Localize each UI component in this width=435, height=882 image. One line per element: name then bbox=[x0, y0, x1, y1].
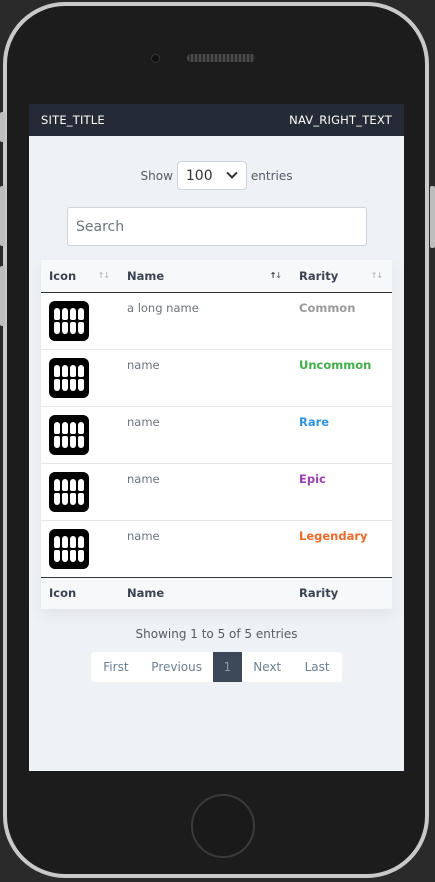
volume-down-button bbox=[0, 266, 5, 326]
table-row: name Rare bbox=[41, 406, 392, 464]
current-page-button[interactable]: 1 bbox=[212, 652, 243, 682]
table-body: a long name Common name Uncommon name Rare nam… bbox=[41, 292, 392, 577]
screen: SITE_TITLE NAV_RIGHT_TEXT Show 100 entri… bbox=[29, 104, 404, 771]
item-rarity: Rare bbox=[291, 406, 392, 464]
table-row: name Legendary bbox=[41, 520, 392, 577]
site-title[interactable]: SITE_TITLE bbox=[41, 113, 105, 127]
table-row: a long name Common bbox=[41, 292, 392, 350]
speaker-grille bbox=[187, 54, 255, 62]
footer-header-name: Name bbox=[119, 576, 291, 609]
footer-header-rarity: Rarity bbox=[291, 576, 392, 609]
teeth-icon bbox=[49, 300, 89, 341]
last-page-button[interactable]: Last bbox=[292, 652, 342, 682]
item-rarity: Uncommon bbox=[291, 349, 392, 407]
column-header-icon[interactable]: Icon ↑↓ bbox=[41, 260, 119, 293]
entries-select-value: 100 bbox=[185, 167, 213, 184]
home-button[interactable] bbox=[191, 794, 255, 858]
item-name: a long name bbox=[119, 292, 291, 350]
camera-icon bbox=[151, 54, 160, 63]
show-label: Show bbox=[140, 168, 173, 183]
teeth-icon bbox=[49, 528, 89, 569]
teeth-icon bbox=[49, 471, 89, 512]
item-name: name bbox=[119, 463, 291, 521]
data-table: Icon ↑↓ Name ↑↓ Rarity ↑↓ a long name Com… bbox=[41, 260, 392, 609]
search-input[interactable] bbox=[67, 207, 367, 246]
item-name: name bbox=[127, 528, 160, 543]
entries-length-control: Show 100 entries bbox=[29, 161, 404, 190]
sort-asc-icon: ↑↓ bbox=[269, 271, 282, 280]
table-row: name Epic bbox=[41, 463, 392, 521]
table-header-row: Icon ↑↓ Name ↑↓ Rarity ↑↓ bbox=[41, 260, 392, 293]
sort-icon: ↑↓ bbox=[97, 271, 110, 280]
item-name: name bbox=[119, 349, 291, 407]
column-header-rarity[interactable]: Rarity ↑↓ bbox=[291, 260, 392, 293]
table-footer-row: Icon Name Rarity bbox=[41, 576, 392, 609]
teeth-icon bbox=[49, 414, 89, 455]
previous-page-button[interactable]: Previous bbox=[141, 652, 213, 682]
volume-up-button bbox=[0, 186, 5, 246]
table-row: name Uncommon bbox=[41, 349, 392, 407]
item-name: name bbox=[119, 406, 291, 464]
power-button bbox=[430, 186, 435, 248]
column-header-name[interactable]: Name ↑↓ bbox=[119, 260, 291, 293]
search-wrapper bbox=[67, 207, 404, 246]
item-rarity: Epic bbox=[291, 463, 392, 521]
entries-label: entries bbox=[250, 168, 293, 183]
entries-select[interactable]: 100 bbox=[176, 161, 247, 190]
item-rarity: Legendary bbox=[299, 528, 368, 543]
table-info: Showing 1 to 5 of 5 entries bbox=[135, 627, 298, 641]
chevron-down-icon bbox=[226, 167, 238, 179]
teeth-icon bbox=[49, 357, 89, 398]
mute-switch bbox=[0, 112, 5, 142]
item-rarity: Common bbox=[291, 292, 392, 350]
next-page-button[interactable]: Next bbox=[242, 652, 292, 682]
first-page-button[interactable]: First bbox=[91, 652, 141, 682]
nav-right-text[interactable]: NAV_RIGHT_TEXT bbox=[289, 113, 392, 127]
pagination: First Previous 1 Next Last bbox=[91, 652, 342, 682]
footer-header-icon: Icon bbox=[41, 576, 119, 609]
navbar: SITE_TITLE NAV_RIGHT_TEXT bbox=[29, 104, 404, 136]
sort-icon: ↑↓ bbox=[370, 271, 383, 280]
